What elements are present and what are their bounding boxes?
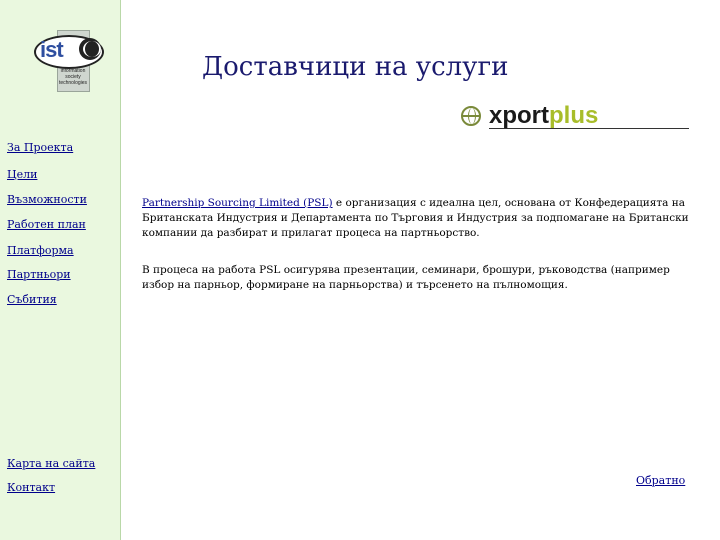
wordmark-accent: plus	[549, 102, 599, 129]
page-title: Доставчици на услуги	[202, 52, 509, 82]
psl-link[interactable]: Partnership Sourcing Limited (PSL)	[142, 197, 333, 209]
logo-text: ist	[40, 37, 64, 62]
nav-link-opportunities[interactable]: Възможности	[7, 193, 87, 206]
globe-icon	[461, 106, 481, 126]
nav-link-sitemap[interactable]: Карта на сайта	[7, 457, 95, 470]
nav-link-platform[interactable]: Платформа	[7, 244, 74, 257]
logo-caption-line: technologies	[58, 80, 88, 86]
logo-underline	[489, 128, 689, 129]
nav-link-work-plan[interactable]: Работен план	[7, 218, 86, 231]
paragraph-psl-intro: Partnership Sourcing Limited (PSL) е орг…	[142, 196, 690, 241]
nav-link-about-project[interactable]: За Проекта	[7, 141, 73, 154]
globe-icon	[79, 38, 101, 60]
nav-link-partners[interactable]: Партньори	[7, 268, 71, 281]
back-link[interactable]: Обратно	[636, 474, 685, 487]
sidebar: ist information society technologies За …	[0, 0, 121, 540]
wordmark-dark: xport	[489, 102, 549, 129]
xportplus-wordmark: xportplus	[489, 102, 598, 130]
xportplus-logo: xportplus	[461, 102, 691, 134]
logo-caption: information society technologies	[58, 68, 88, 86]
nav-link-goals[interactable]: Цели	[7, 168, 37, 181]
nav-link-events[interactable]: Събития	[7, 293, 57, 306]
paragraph-text: В процеса на работа PSL осигурява презен…	[142, 264, 670, 291]
paragraph-psl-process: В процеса на работа PSL осигурява презен…	[142, 263, 690, 293]
nav-link-contact[interactable]: Контакт	[7, 481, 55, 494]
